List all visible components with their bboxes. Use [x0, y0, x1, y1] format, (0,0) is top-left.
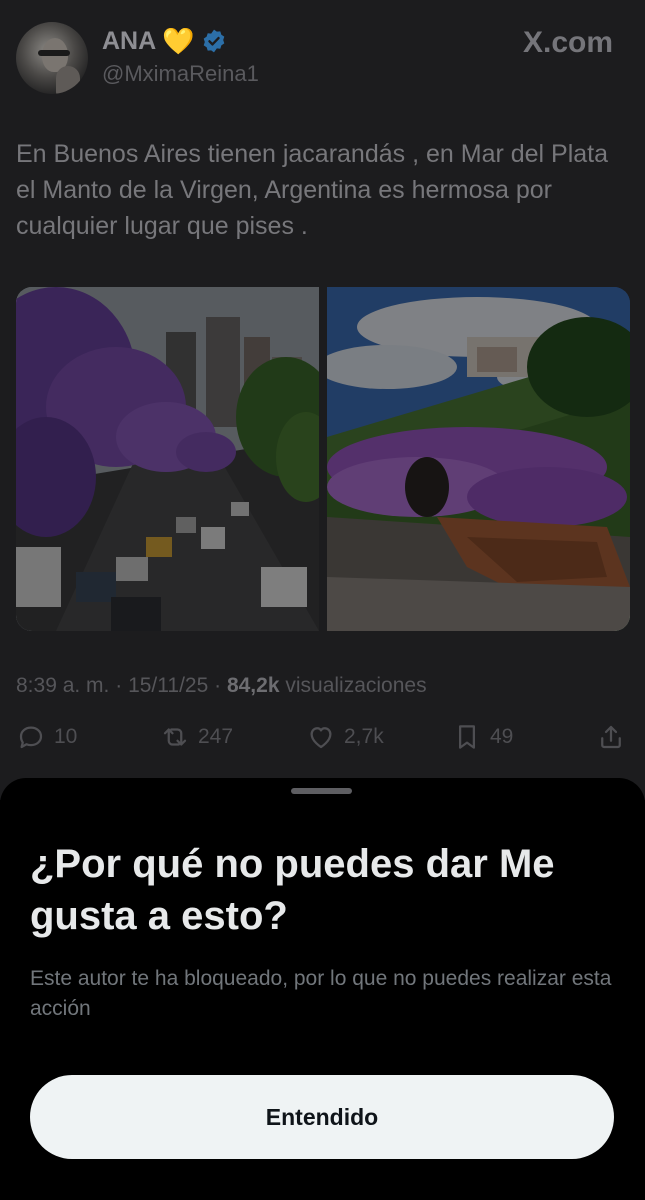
understood-button[interactable]: Entendido — [30, 1075, 614, 1159]
share-icon — [601, 725, 621, 749]
yellow-heart-icon: 💛 — [162, 26, 195, 56]
x-logo: X.com — [522, 26, 613, 59]
verified-badge-icon — [203, 29, 224, 53]
views-label: visualizaciones — [285, 674, 427, 697]
share-button[interactable] — [596, 722, 626, 752]
repost-button[interactable]: 247 — [160, 722, 233, 752]
tweet-time: 8:39 a. m. — [16, 674, 110, 697]
like-count: 2,7k — [344, 725, 384, 748]
sheet-description: Este autor te ha bloqueado, por lo que n… — [30, 967, 612, 1020]
like-button[interactable]: 2,7k — [306, 722, 384, 752]
author-handle[interactable]: @MximaReina1 — [102, 60, 259, 88]
bookmark-count: 49 — [490, 725, 514, 748]
avatar-glasses — [38, 50, 70, 56]
tweet-meta: 8:39 a. m. · 15/11/25 · 84,2k visualizac… — [16, 672, 427, 700]
meta-separator: · — [115, 674, 123, 697]
author-name-row[interactable]: ANA 💛 — [102, 26, 227, 56]
avatar-hand — [56, 66, 80, 94]
photo-dim-overlay — [327, 287, 630, 631]
screen: ANA 💛 @MximaReina1 X.com En Buenos Aires… — [0, 0, 645, 1200]
tweet-card: ANA 💛 @MximaReina1 X.com En Buenos Aires… — [0, 0, 645, 800]
photo-jacarandas[interactable] — [16, 287, 319, 631]
repost-icon — [163, 728, 187, 746]
tweet-date: 15/11/25 — [128, 674, 209, 697]
repost-count: 247 — [198, 725, 234, 748]
reply-icon — [19, 726, 43, 749]
sheet-title: ¿Por qué no puedes dar Me gusta a esto? — [30, 842, 555, 938]
reply-count: 10 — [54, 725, 78, 748]
bottom-sheet: ¿Por qué no puedes dar Me gusta a esto? … — [0, 778, 645, 1200]
photo-manto-de-la-virgen[interactable] — [327, 287, 630, 631]
heart-outline-icon — [310, 727, 332, 749]
sheet-grabber-handle[interactable] — [291, 788, 352, 794]
tweet-media — [16, 287, 630, 631]
tweet-text: En Buenos Aires tienen jacarandás , en M… — [16, 140, 609, 240]
avatar[interactable] — [16, 22, 88, 94]
meta-separator: · — [214, 674, 222, 697]
bookmark-button[interactable]: 49 — [452, 722, 513, 752]
reply-button[interactable]: 10 — [16, 722, 77, 752]
author-name: ANA — [102, 27, 157, 55]
action-bar: 10 247 2,7k 49 — [16, 722, 630, 762]
views-count: 84,2k — [226, 674, 280, 697]
bookmark-icon — [459, 725, 475, 749]
photo-dim-overlay — [16, 287, 319, 631]
